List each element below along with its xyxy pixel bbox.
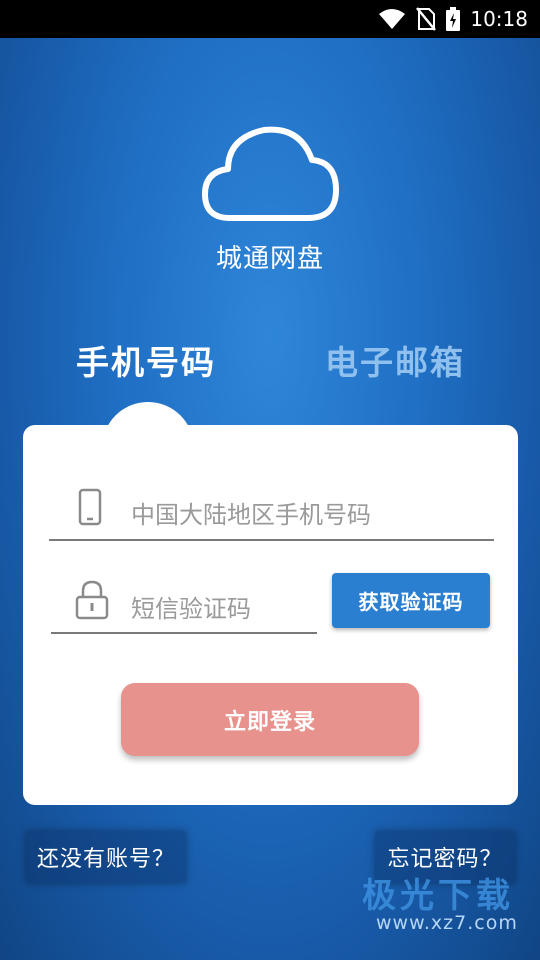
phone-input[interactable]: 中国大陆地区手机号码 (131, 495, 371, 530)
login-button[interactable]: 立即登录 (121, 683, 419, 756)
tab-phone-number[interactable]: 手机号码 (76, 336, 216, 384)
sms-code-underline (51, 632, 317, 634)
sms-code-input[interactable]: 短信验证码 (131, 589, 251, 624)
register-link[interactable]: 还没有账号？ (26, 831, 186, 883)
tab-email[interactable]: 电子邮箱 (325, 336, 465, 384)
app-title: 城通网盘 (215, 244, 324, 274)
get-code-button[interactable]: 获取验证码 (332, 573, 490, 628)
battery-charging-icon (446, 7, 461, 31)
no-sim-icon (416, 7, 437, 31)
watermark-logo: 极光下载 (362, 876, 514, 916)
cloud-icon (202, 126, 339, 221)
wifi-icon (379, 9, 406, 29)
status-bar: 10:18 (0, 0, 540, 38)
phone-input-underline (49, 539, 494, 541)
phone-icon (78, 488, 102, 526)
login-card: 中国大陆地区手机号码 短信验证码 获取验证码 立即登录 (23, 425, 518, 805)
lock-icon (75, 580, 109, 620)
status-time: 10:18 (470, 7, 528, 31)
watermark-url: www.xz7.com (376, 912, 518, 934)
status-icons: 10:18 (378, 0, 528, 38)
